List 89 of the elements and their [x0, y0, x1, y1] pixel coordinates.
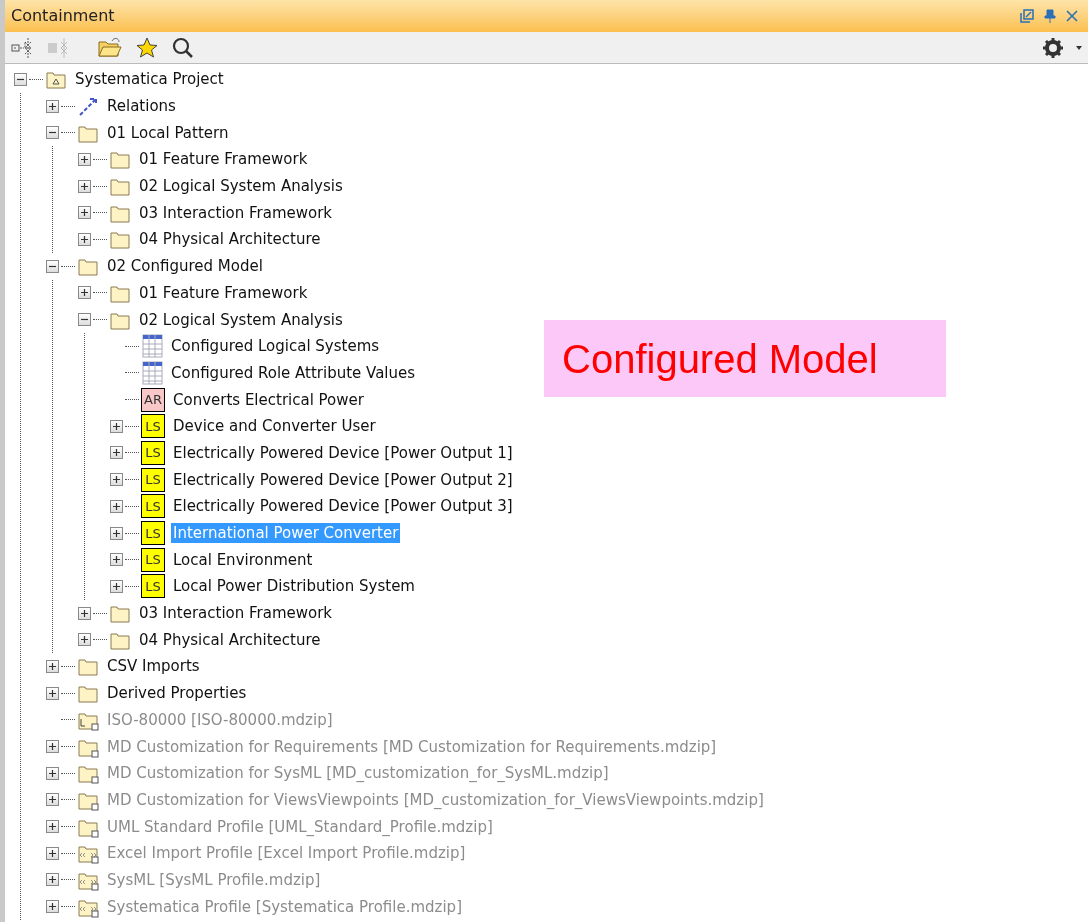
element-icon: LS — [141, 494, 165, 519]
tree-item-label[interactable]: CSV Imports — [105, 656, 202, 677]
expand-toggle[interactable] — [78, 606, 91, 620]
plus-icon — [80, 608, 89, 618]
open-folder-icon[interactable] — [97, 35, 123, 60]
element-icon: LS — [141, 414, 165, 439]
plus-icon — [112, 501, 121, 511]
expand-toggle[interactable] — [110, 419, 123, 433]
plus-icon — [112, 555, 121, 565]
element-icon: LS — [141, 440, 165, 465]
expand-toggle[interactable] — [78, 206, 91, 220]
expand-toggle[interactable] — [110, 473, 123, 487]
tree-item-label[interactable]: Relations — [105, 96, 178, 117]
pin-icon[interactable] — [1044, 9, 1056, 23]
plus-icon — [80, 181, 89, 191]
tree-item-label[interactable]: Electrically Powered Device [Power Output 2] — [171, 469, 515, 490]
plus-icon — [80, 288, 89, 298]
relation-arrow-icon — [77, 95, 99, 118]
tree-item-label[interactable]: 01 Feature Framework — [137, 149, 310, 170]
tree-item-label[interactable]: Local Environment — [171, 549, 315, 570]
tree-item-label[interactable]: Configured Role Attribute Values — [169, 362, 418, 383]
collapse-toggle[interactable] — [46, 259, 59, 273]
tree-item-label[interactable]: Configured Logical Systems — [169, 336, 382, 357]
plus-icon — [112, 448, 121, 458]
element-icon: LS — [141, 547, 165, 572]
plus-icon — [48, 101, 57, 111]
plus-icon — [48, 768, 57, 778]
tree-item-label[interactable]: 04 Physical Architecture — [137, 229, 323, 250]
expand-toggle[interactable] — [78, 633, 91, 647]
tree-item-label[interactable]: Derived Properties — [105, 683, 249, 704]
caret-icon[interactable] — [1076, 44, 1082, 51]
plus-icon — [48, 688, 57, 698]
expand-toggle[interactable] — [110, 553, 123, 567]
tree-item-label[interactable]: Device and Converter User — [171, 416, 378, 437]
plus-icon — [112, 581, 121, 591]
expand-toggle[interactable] — [46, 99, 59, 113]
tree-item-label[interactable]: Electrically Powered Device [Power Output 3] — [171, 496, 515, 517]
plus-icon — [112, 475, 121, 485]
expand-toggle[interactable] — [110, 446, 123, 460]
star-icon[interactable] — [135, 35, 159, 60]
plus-icon — [80, 154, 89, 164]
element-icon: LS — [141, 467, 165, 492]
plus-icon — [80, 208, 89, 218]
search-icon[interactable] — [171, 35, 195, 60]
panel-title: Containment — [11, 5, 116, 27]
expand-toggle[interactable] — [46, 686, 59, 700]
tree-item-label[interactable]: 04 Physical Architecture — [137, 629, 323, 650]
expand-toggle[interactable] — [78, 152, 91, 166]
tree-item-label[interactable]: 02 Configured Model — [105, 256, 265, 277]
plus-icon — [112, 528, 121, 538]
plus-icon — [80, 635, 89, 645]
callout-text: Configured Model — [562, 335, 878, 383]
tree-item-label[interactable]: Converts Electrical Power — [171, 389, 366, 410]
collapse-toggle[interactable] — [46, 126, 59, 140]
table-icon — [141, 360, 163, 385]
plus-icon — [80, 234, 89, 244]
table-icon — [141, 334, 163, 359]
close-icon[interactable] — [1066, 10, 1078, 22]
expand-toggle[interactable] — [78, 286, 91, 300]
plus-icon — [48, 742, 57, 752]
tree-item-label[interactable]: 02 Logical System Analysis — [137, 309, 345, 330]
expand-toggle[interactable] — [110, 499, 123, 513]
plus-icon — [112, 421, 121, 431]
collapse-toggle[interactable] — [14, 72, 27, 86]
tree-item-label[interactable]: 01 Local Pattern — [105, 122, 231, 143]
collapse-toggle[interactable] — [78, 313, 91, 327]
expand-toggle[interactable] — [78, 179, 91, 193]
plus-icon — [48, 875, 57, 885]
tree-item-label[interactable]: Local Power Distribution System — [171, 576, 417, 597]
detach-icon[interactable] — [1020, 9, 1034, 23]
expand-toggle[interactable] — [78, 232, 91, 246]
plus-icon — [48, 848, 57, 858]
plus-icon — [48, 795, 57, 805]
plus-icon — [48, 902, 57, 912]
tree-item-label[interactable]: 01 Feature Framework — [137, 282, 310, 303]
tree-item-label[interactable]: 03 Interaction Framework — [137, 202, 335, 223]
expand-toggle[interactable] — [46, 659, 59, 673]
tree-item-label[interactable]: Systematica Project — [73, 69, 226, 90]
element-icon: LS — [141, 574, 165, 599]
expand-toggle[interactable] — [110, 526, 123, 540]
plus-icon — [48, 822, 57, 832]
tree-item-label[interactable]: Electrically Powered Device [Power Output 1] — [171, 442, 515, 463]
element-icon: AR — [141, 387, 165, 412]
tree-item-label[interactable]: 03 Interaction Framework — [137, 603, 335, 624]
plus-icon — [48, 661, 57, 671]
element-icon: LS — [141, 521, 165, 546]
expand-toggle[interactable] — [110, 579, 123, 593]
tree-item-label[interactable]: 02 Logical System Analysis — [137, 176, 345, 197]
settings-icon[interactable] — [1042, 36, 1064, 59]
